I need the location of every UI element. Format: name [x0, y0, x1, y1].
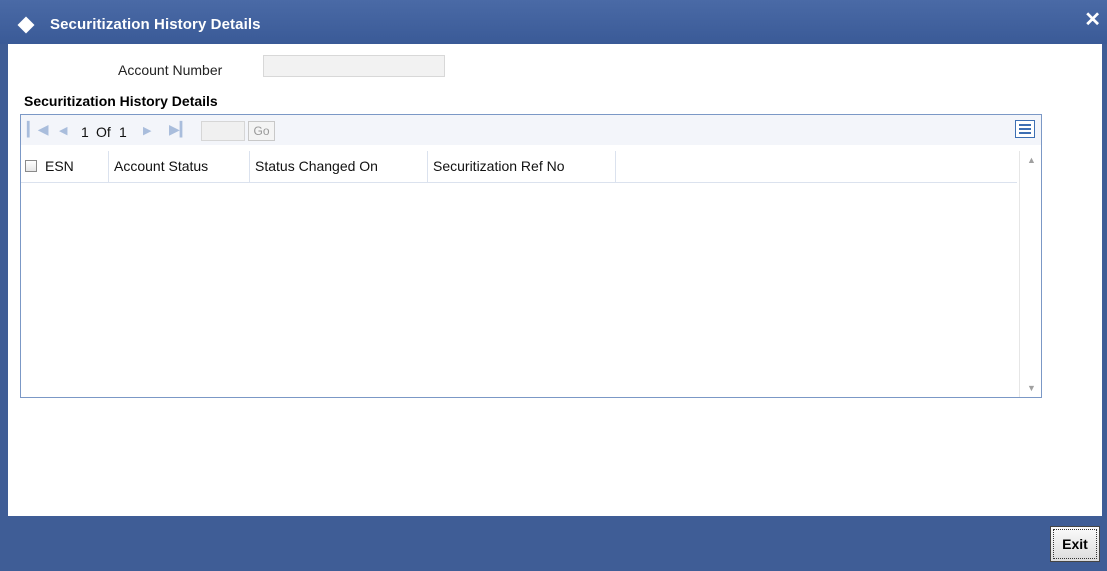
header-label-status-changed-on: Status Changed On	[255, 158, 378, 174]
previous-page-icon[interactable]: ◀	[59, 124, 67, 137]
account-number-label: Account Number	[118, 62, 223, 78]
of-label: Of	[96, 124, 111, 140]
pagination-bar: ▎◀ ◀ 1 Of 1 ▶ ▶▎ Go	[21, 115, 1041, 145]
go-button[interactable]: Go	[248, 121, 275, 141]
header-cell-status-changed-on[interactable]: Status Changed On	[250, 151, 428, 182]
header-label-esn: ESN	[45, 158, 74, 174]
last-page-icon[interactable]: ▶▎	[169, 121, 191, 138]
window-title: Securitization History Details	[50, 16, 261, 33]
first-page-icon[interactable]: ▎◀	[27, 121, 49, 138]
header-cell-account-status[interactable]: Account Status	[109, 151, 250, 182]
diamond-icon	[17, 16, 35, 34]
footer-bar: Exit	[0, 516, 1107, 571]
total-pages: 1	[119, 124, 127, 140]
next-page-icon[interactable]: ▶	[143, 124, 151, 137]
scroll-down-icon[interactable]: ▼	[1027, 383, 1036, 393]
grid-header-row: ESN Account Status Status Changed On Sec…	[21, 151, 1017, 183]
page-number-input[interactable]	[201, 121, 245, 141]
account-number-input[interactable]	[263, 55, 445, 77]
vertical-scrollbar[interactable]: ▲ ▼	[1019, 151, 1041, 397]
current-page: 1	[81, 124, 89, 140]
history-grid: ▎◀ ◀ 1 Of 1 ▶ ▶▎ Go ESN Account Status S…	[20, 114, 1042, 398]
select-all-checkbox[interactable]	[25, 160, 37, 172]
section-heading: Securitization History Details	[24, 93, 218, 109]
header-label-account-status: Account Status	[114, 158, 209, 174]
header-label-securitization-ref-no: Securitization Ref No	[433, 158, 565, 174]
securitization-history-window: Securitization History Details ✕ Account…	[0, 0, 1107, 571]
title-bar: Securitization History Details ✕	[0, 0, 1107, 44]
close-button[interactable]: ✕	[1084, 10, 1101, 30]
header-cell-securitization-ref-no[interactable]: Securitization Ref No	[428, 151, 616, 182]
header-cell-esn: ESN	[21, 151, 109, 182]
exit-button[interactable]: Exit	[1050, 526, 1100, 562]
column-menu-icon[interactable]	[1015, 120, 1035, 138]
scroll-up-icon[interactable]: ▲	[1027, 155, 1036, 165]
